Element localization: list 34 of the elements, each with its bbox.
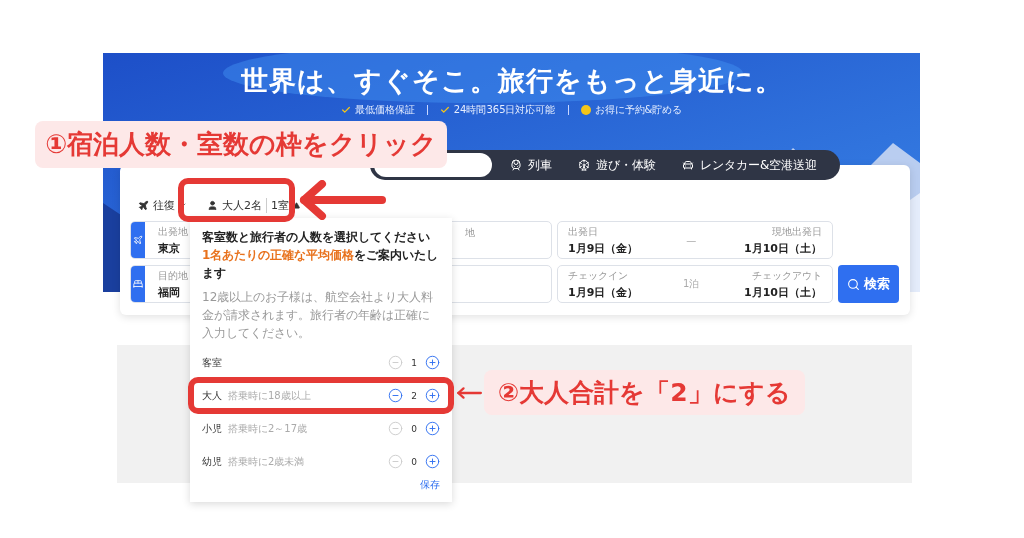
counter-label: 幼児 — [202, 454, 222, 469]
counter-hint: 搭乗時に2歳未満 — [228, 454, 306, 469]
callout: ②大人合計を「2」にする — [484, 370, 805, 415]
counter-value: 0 — [410, 456, 418, 467]
field-value: 1月9日（金） — [568, 240, 639, 256]
counter-label: 客室 — [202, 355, 222, 370]
panel-intro: 客室数と旅行者の人数を選択してください 1名あたりの正確な平均価格をご案内いたします — [202, 229, 440, 282]
counter-value: 1 — [410, 357, 418, 368]
feature-text: 24時間365日対応可能 — [439, 103, 556, 117]
field-label: 現地出発日 — [772, 224, 822, 239]
counter-label: 小児 — [202, 421, 222, 436]
counter-hint: 搭乗時に2～17歳 — [228, 421, 309, 436]
date-separator: 1泊 — [683, 277, 700, 291]
counter-value: 2 — [410, 390, 418, 401]
field-value: 福岡 — [158, 284, 180, 300]
counter-value: 0 — [410, 423, 418, 434]
feature-text: 最低価格保証 — [340, 103, 415, 117]
field-label: 地 — [465, 226, 475, 240]
field-label: 出発地 — [158, 224, 188, 239]
field-label: チェックイン — [568, 268, 628, 283]
counter-label: 大人 — [202, 388, 222, 403]
counter-hint: 搭乗時に18歳以上 — [228, 388, 312, 403]
field-label: チェックアウト — [752, 268, 822, 283]
field-value: 1月10日（土） — [744, 284, 822, 300]
field-value: 1月10日（土） — [744, 240, 822, 256]
callout: ①宿泊人数・室数の枠をクリック — [35, 121, 447, 168]
panel-note: 12歳以上のお子様は、航空会社より大人料金が請求されます。旅行者の年齢は正確に入力してください。 — [202, 289, 435, 342]
headline: 世界は、すぐそこ。旅行をもっと身近に。 — [240, 64, 783, 98]
date-separator: — — [686, 234, 697, 246]
field-label: 目的地 — [158, 268, 188, 283]
field-label: 出発日 — [568, 224, 598, 239]
field-value: 1月9日（金） — [568, 284, 639, 300]
feature-text: お得に予約&貯める — [580, 103, 683, 117]
field-value: 東京 — [158, 240, 180, 256]
